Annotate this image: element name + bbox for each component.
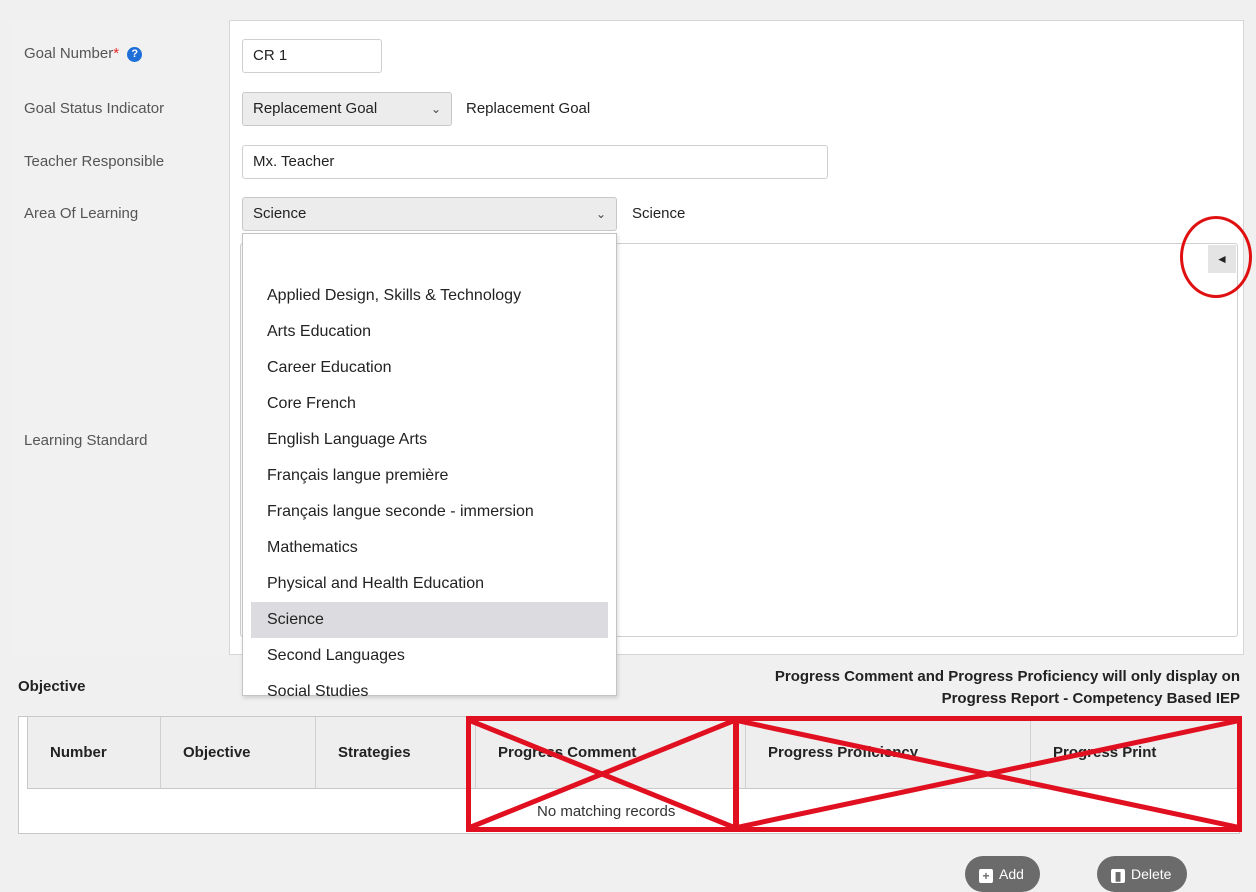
dropdown-option[interactable]: Arts Education bbox=[251, 314, 608, 350]
area-select[interactable]: Science ⌄ bbox=[242, 197, 617, 231]
dropdown-option[interactable]: Français langue seconde - immersion bbox=[251, 494, 608, 530]
goal-number-input[interactable]: CR 1 bbox=[242, 39, 382, 73]
plus-icon: + bbox=[979, 869, 993, 883]
teacher-label: Teacher Responsible bbox=[24, 153, 165, 170]
dropdown-option[interactable]: Physical and Health Education bbox=[251, 566, 608, 602]
column-header-number[interactable]: Number bbox=[28, 717, 161, 789]
column-header-strategies[interactable]: Strategies bbox=[316, 717, 476, 789]
objective-title: Objective bbox=[18, 678, 86, 695]
dropdown-option-blank[interactable] bbox=[251, 242, 608, 278]
chevron-down-icon: ⌄ bbox=[430, 102, 441, 116]
dropdown-option[interactable]: Français langue première bbox=[251, 458, 608, 494]
annotation-cross-left bbox=[466, 716, 738, 832]
teacher-input[interactable]: Mx. Teacher bbox=[242, 145, 828, 179]
learning-standard-label: Learning Standard bbox=[24, 432, 148, 449]
delete-button[interactable]: ▮ Delete bbox=[1097, 856, 1188, 892]
required-mark: * bbox=[113, 45, 120, 62]
dropdown-option[interactable]: Career Education bbox=[251, 350, 608, 386]
dropdown-option[interactable]: Mathematics bbox=[251, 530, 608, 566]
dropdown-option[interactable]: English Language Arts bbox=[251, 422, 608, 458]
help-icon[interactable]: ? bbox=[127, 47, 143, 62]
goal-status-label: Goal Status Indicator bbox=[24, 100, 165, 117]
dropdown-option[interactable]: Social Studies bbox=[251, 674, 608, 710]
trash-icon: ▮ bbox=[1111, 869, 1125, 883]
dropdown-option-selected[interactable]: Science bbox=[251, 602, 608, 638]
annotation-circle bbox=[1180, 216, 1252, 298]
chevron-down-icon: ⌄ bbox=[595, 207, 606, 221]
dropdown-option[interactable]: Applied Design, Skills & Technology bbox=[251, 278, 608, 314]
annotation-cross-right bbox=[734, 716, 1242, 832]
dropdown-option[interactable]: Core French bbox=[251, 386, 608, 422]
goal-status-display: Replacement Goal bbox=[466, 100, 591, 117]
column-header-objective[interactable]: Objective bbox=[161, 717, 316, 789]
progress-note: Progress Comment and Progress Proficienc… bbox=[774, 668, 1240, 707]
area-label: Area Of Learning bbox=[24, 205, 139, 222]
goal-number-label: Goal Number* ? bbox=[24, 45, 143, 62]
dropdown-option[interactable]: Second Languages bbox=[251, 638, 608, 674]
area-dropdown-list: Applied Design, Skills & Technology Arts… bbox=[242, 233, 617, 700]
area-display: Science bbox=[632, 205, 686, 222]
add-button[interactable]: + Add bbox=[965, 856, 1040, 892]
goal-status-select[interactable]: Replacement Goal ⌄ bbox=[242, 92, 452, 126]
